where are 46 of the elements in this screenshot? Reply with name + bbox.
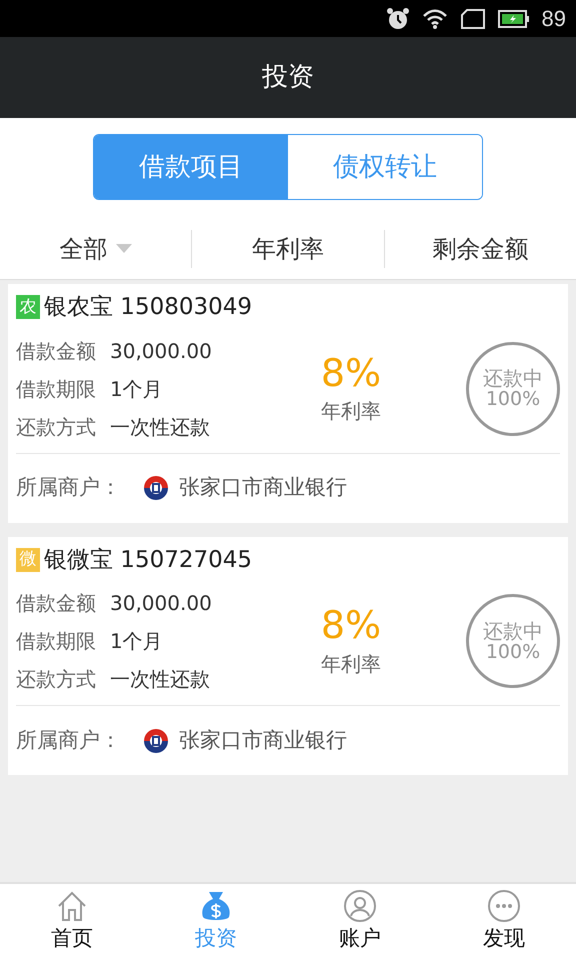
merchant-label: 所属商户：: [16, 474, 121, 502]
progress-text: 100%: [486, 642, 540, 662]
field-value: 1个月: [110, 376, 163, 402]
battery-level: 89: [542, 5, 566, 33]
status-text: 还款中: [483, 367, 543, 390]
field-value: 一次性还款: [110, 414, 210, 440]
field-value: 一次性还款: [110, 666, 210, 693]
loan-card[interactable]: 微 银微宝 150727045 借款金额 30,000.00 借款期限 1个月 还款方式 一次性还款 8% 年利率 还款中 100% 所属商户： 张家口市商业银行: [8, 536, 568, 775]
page-title: 投资: [262, 61, 314, 94]
filter-button[interactable]: 全部: [0, 230, 192, 268]
field-label: 借款期限: [16, 628, 96, 655]
field-value: 30,000.00: [110, 338, 212, 364]
rate-value: 8%: [320, 350, 382, 396]
merchant-label: 所属商户：: [16, 726, 121, 754]
product-badge: 农: [16, 295, 40, 320]
caret-icon: [116, 244, 132, 254]
field-label: 借款金额: [16, 590, 96, 617]
more-icon: [487, 889, 521, 924]
user-icon: [343, 889, 377, 924]
product-name: 银农宝 150803049: [44, 293, 252, 322]
filter-button[interactable]: 剩余金额: [384, 230, 576, 268]
alarm-icon: [386, 6, 410, 30]
progress-text: 100%: [486, 389, 540, 410]
rate-value: 8%: [320, 603, 382, 649]
field-label: 借款期限: [16, 376, 96, 402]
nav-tab[interactable]: 账户: [288, 884, 432, 960]
nav-tab[interactable]: 首页: [0, 884, 144, 960]
field-label: 还款方式: [16, 666, 96, 693]
filter-button[interactable]: 年利率: [191, 230, 384, 268]
rate-label: 年利率: [321, 650, 381, 678]
nav-tab[interactable]: 发现: [432, 884, 576, 960]
bank-logo-icon: [141, 473, 171, 503]
sim-card-icon: [460, 8, 486, 30]
field-value: 1个月: [110, 628, 163, 655]
product-badge: 微: [16, 548, 40, 572]
rate-label: 年利率: [321, 398, 381, 426]
field-value: 30,000.00: [110, 590, 212, 617]
status-text: 还款中: [483, 620, 543, 642]
product-name: 银微宝 150727045: [44, 546, 252, 574]
field-label: 还款方式: [16, 414, 96, 440]
battery-icon: [498, 8, 530, 28]
merchant-name: 张家口市商业银行: [179, 726, 347, 754]
field-label: 借款金额: [16, 338, 96, 364]
wifi-icon: [422, 8, 448, 30]
merchant-name: 张家口市商业银行: [179, 474, 347, 502]
loan-card[interactable]: 农 银农宝 150803049 借款金额 30,000.00 借款期限 1个月 还款方式 一次性还款 8% 年利率 还款中 100% 所属商户： 张家口市商业银行: [8, 284, 568, 522]
